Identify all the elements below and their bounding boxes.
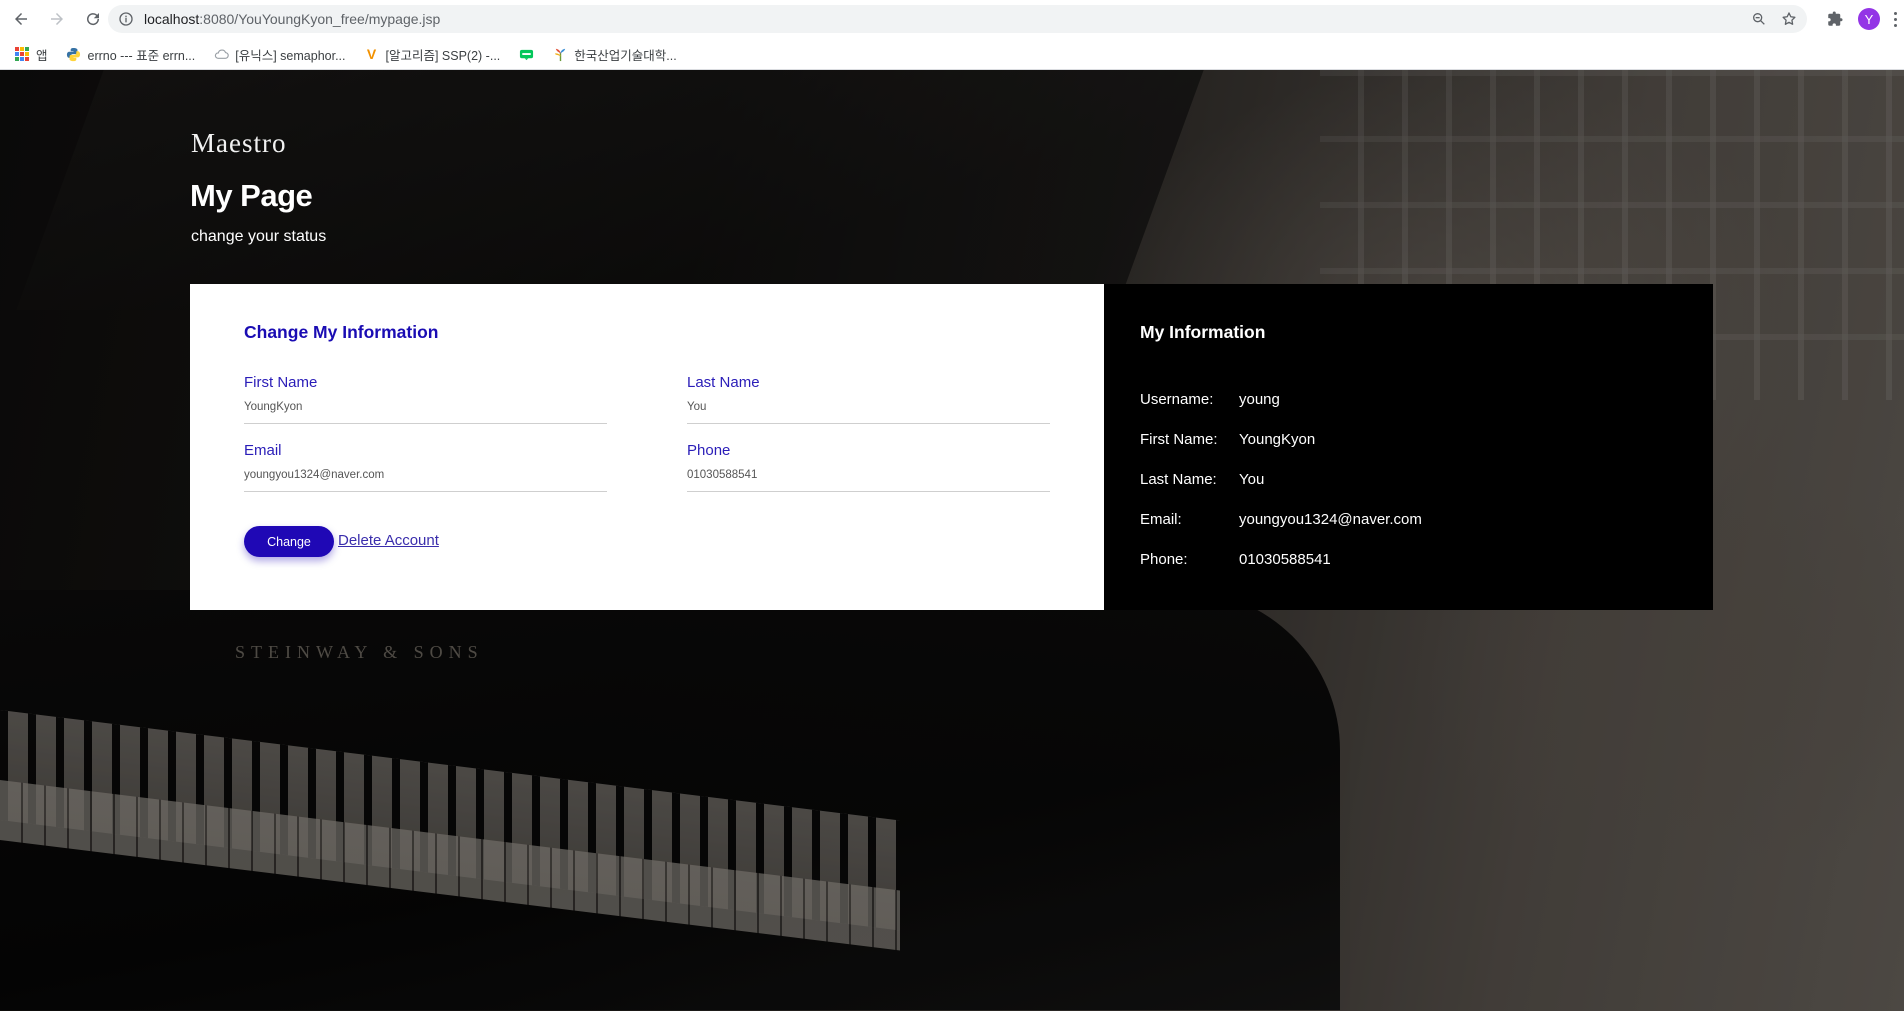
extensions-puzzle-icon[interactable] — [1826, 10, 1844, 28]
browser-chrome: localhost:8080/YouYoungKyon_free/mypage.… — [0, 0, 1904, 70]
page-subtitle: change your status — [191, 228, 327, 245]
bookmarks-bar: 앱 errno --- 표준 errn... [유닉스] semaphor...… — [0, 38, 1904, 70]
toolbar-right: Y — [1826, 0, 1904, 38]
info-key: First Name: — [1140, 431, 1218, 448]
change-info-card: Change My Information First Name YoungKy… — [190, 284, 1104, 610]
forward-arrow-icon — [51, 13, 63, 25]
info-key: Username: — [1140, 391, 1214, 408]
first-name-input[interactable]: YoungKyon — [244, 401, 607, 424]
python-icon — [66, 46, 82, 62]
email-input[interactable]: youngyou1324@naver.com — [244, 469, 607, 492]
info-row-phone: Phone: 01030588541 — [1140, 551, 1331, 571]
v-icon: V — [366, 46, 377, 62]
address-bar-actions — [1751, 5, 1797, 33]
bookmark-label: 한국산업기술대학... — [574, 48, 677, 63]
bookmark-star-icon[interactable] — [1781, 11, 1797, 27]
reload-icon — [87, 13, 100, 26]
back-arrow-icon — [15, 13, 27, 25]
bookmark-label: [유닉스] semaphor... — [235, 48, 346, 63]
url-path: :8080/YouYoungKyon_free/mypage.jsp — [199, 11, 441, 27]
url-text[interactable]: localhost:8080/YouYoungKyon_free/mypage.… — [144, 11, 440, 27]
form-title: Change My Information — [244, 322, 439, 342]
delete-account-link[interactable]: Delete Account — [338, 532, 439, 549]
browser-toolbar: localhost:8080/YouYoungKyon_free/mypage.… — [0, 0, 1904, 38]
info-value: youngyou1324@naver.com — [1239, 511, 1422, 528]
info-row-first-name: First Name: YoungKyon — [1140, 431, 1315, 451]
university-icon — [552, 46, 568, 62]
bookmark-label: errno --- 표준 errn... — [87, 48, 196, 63]
last-name-label: Last Name — [687, 374, 760, 391]
apps-icon — [14, 46, 30, 62]
avatar-letter: Y — [1864, 11, 1874, 27]
info-title: My Information — [1140, 322, 1266, 342]
info-row-email: Email: youngyou1324@naver.com — [1140, 511, 1422, 531]
bookmark-label: 앱 — [36, 48, 48, 63]
bookmark-blog[interactable] — [518, 46, 534, 62]
first-name-field: First Name YoungKyon — [244, 374, 607, 424]
back-button[interactable] — [6, 4, 36, 34]
info-key: Email: — [1140, 511, 1182, 528]
bookmark-ssp[interactable]: V [알고리즘] SSP(2) -... — [364, 45, 501, 64]
info-value: 01030588541 — [1239, 551, 1331, 568]
my-info-card: My Information Username: young First Nam… — [1104, 284, 1713, 610]
last-name-input[interactable]: You — [687, 401, 1050, 424]
info-value: You — [1239, 471, 1265, 488]
email-field: Email youngyou1324@naver.com — [244, 442, 607, 492]
forward-button[interactable] — [42, 4, 72, 34]
bookmark-semaphore[interactable]: [유닉스] semaphor... — [213, 45, 346, 64]
bookmark-errno[interactable]: errno --- 표준 errn... — [66, 45, 196, 64]
profile-avatar[interactable]: Y — [1858, 8, 1880, 30]
info-value: YoungKyon — [1239, 431, 1316, 448]
address-bar[interactable]: localhost:8080/YouYoungKyon_free/mypage.… — [108, 5, 1807, 33]
browser-menu-icon[interactable] — [1894, 11, 1898, 27]
info-value: young — [1239, 391, 1280, 408]
url-host: localhost — [144, 11, 200, 27]
bookmark-label: [알고리즘] SSP(2) -... — [385, 48, 501, 63]
info-key: Last Name: — [1140, 471, 1217, 488]
phone-label: Phone — [687, 442, 731, 459]
site-info-icon[interactable] — [118, 11, 134, 27]
reload-button[interactable] — [78, 4, 108, 34]
page-background: STEINWAY & SONS Maestro My Page change y… — [0, 70, 1904, 1011]
info-key: Phone: — [1140, 551, 1188, 568]
zoom-icon[interactable] — [1751, 11, 1767, 27]
page-scrollbar[interactable] — [1900, 70, 1904, 1011]
blog-icon — [518, 46, 534, 62]
email-label: Email — [244, 442, 282, 459]
first-name-label: First Name — [244, 374, 318, 391]
change-button[interactable]: Change — [244, 526, 334, 557]
site-logo[interactable]: Maestro — [191, 128, 286, 159]
cloud-icon — [213, 46, 229, 62]
info-row-username: Username: young — [1140, 391, 1280, 411]
info-row-last-name: Last Name: You — [1140, 471, 1264, 491]
bookmark-apps[interactable]: 앱 — [14, 45, 48, 64]
page-title: My Page — [190, 178, 313, 213]
phone-field: Phone 01030588541 — [687, 442, 1050, 492]
phone-input[interactable]: 01030588541 — [687, 469, 1050, 492]
bookmark-university[interactable]: 한국산업기술대학... — [552, 45, 677, 64]
last-name-field: Last Name You — [687, 374, 1050, 424]
